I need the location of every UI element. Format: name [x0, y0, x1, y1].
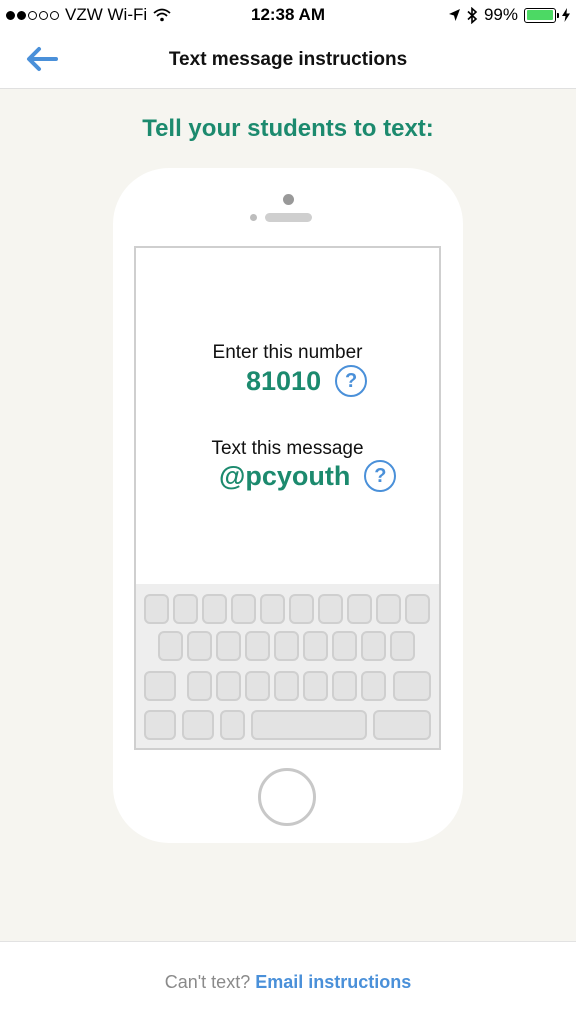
- message-help-icon[interactable]: ?: [364, 460, 397, 492]
- message-row: @pcyouth ?: [219, 460, 397, 492]
- battery-level-fill: [526, 10, 554, 20]
- keyboard-key: [202, 594, 227, 624]
- keyboard-space-key: [251, 710, 367, 740]
- keyboard-key: [390, 631, 415, 661]
- number-row: 81010 ?: [246, 365, 368, 397]
- status-bar: VZW Wi-Fi 12:38 AM 99%: [0, 0, 576, 30]
- battery-icon: [524, 7, 559, 23]
- keyboard-key: [220, 710, 245, 740]
- keyboard-key: [144, 671, 176, 701]
- keyboard-key: [187, 631, 212, 661]
- keyboard-key: [182, 710, 214, 740]
- page-title: Text message instructions: [168, 49, 408, 70]
- keyboard-key: [347, 594, 372, 624]
- keyboard-key: [245, 671, 270, 701]
- keyboard-key: [376, 594, 401, 624]
- footer: Can't text? Email instructions: [0, 941, 576, 1024]
- bluetooth-icon: [467, 6, 478, 24]
- keyboard-key: [361, 631, 386, 661]
- keyboard-illustration: [136, 584, 439, 748]
- keyboard-return-key: [373, 710, 431, 740]
- keyboard-key: [158, 631, 183, 661]
- number-label: Enter this number: [212, 342, 363, 363]
- phone-camera: [283, 194, 294, 205]
- location-arrow-icon: [448, 9, 460, 21]
- phone-speaker: [265, 213, 312, 222]
- keyboard-key: [144, 594, 169, 624]
- number-value: 81010: [246, 365, 322, 396]
- keyboard-key: [274, 631, 299, 661]
- status-right: 99%: [448, 5, 570, 25]
- number-help-icon[interactable]: ?: [335, 365, 368, 397]
- keyboard-key: [216, 631, 241, 661]
- battery-percent: 99%: [483, 5, 518, 24]
- charging-bolt-icon: [562, 8, 570, 22]
- keyboard-key: [405, 594, 430, 624]
- keyboard-key: [332, 671, 357, 701]
- footer-prefix: Can't text?: [164, 972, 251, 992]
- home-button: [258, 768, 316, 826]
- keyboard-key: [361, 671, 386, 701]
- keyboard-key: [187, 671, 212, 701]
- keyboard-key: [231, 594, 256, 624]
- keyboard-key: [332, 631, 357, 661]
- keyboard-key: [173, 594, 198, 624]
- keyboard-key: [303, 671, 328, 701]
- keyboard-key: [245, 631, 270, 661]
- keyboard-key: [260, 594, 285, 624]
- message-value: @pcyouth: [219, 460, 351, 491]
- phone-screen: Enter this number 81010 ? Text this mess…: [134, 246, 441, 750]
- phone-sensor: [250, 214, 257, 221]
- keyboard-key: [318, 594, 343, 624]
- navigation-bar: Text message instructions: [0, 30, 576, 89]
- headline: Tell your students to text:: [142, 115, 434, 142]
- keyboard-key: [274, 671, 299, 701]
- keyboard-key: [289, 594, 314, 624]
- email-instructions-link[interactable]: Email instructions: [255, 972, 411, 992]
- keyboard-key: [144, 710, 176, 740]
- keyboard-key: [393, 671, 431, 701]
- message-label: Text this message: [211, 438, 364, 459]
- keyboard-key: [303, 631, 328, 661]
- keyboard-key: [216, 671, 241, 701]
- phone-illustration: Enter this number 81010 ? Text this mess…: [113, 168, 463, 843]
- footer-text: Can't text? Email instructions: [0, 972, 576, 993]
